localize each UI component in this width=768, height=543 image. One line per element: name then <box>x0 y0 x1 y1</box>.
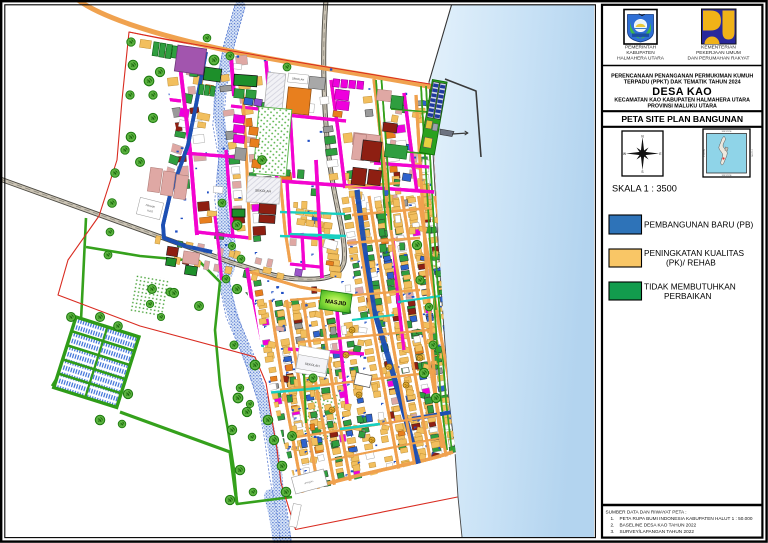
svg-text:1°11'0"N: 1°11'0"N <box>751 149 753 157</box>
svg-text:TIDAK MEMBUTUHKAN: TIDAK MEMBUTUHKAN <box>644 282 736 292</box>
svg-text:SUMBER DATA DAN RIWAYAT PETA :: SUMBER DATA DAN RIWAYAT PETA : <box>606 510 687 515</box>
svg-text:2.: 2. <box>611 523 615 528</box>
svg-text:SURVEY/LAPANGAN TAHUN 2022: SURVEY/LAPANGAN TAHUN 2022 <box>620 529 695 534</box>
svg-text:W: W <box>623 152 626 156</box>
svg-text:128°17'0"E: 128°17'0"E <box>722 175 733 177</box>
svg-text:PETA RUPA BUMI INDONESIA KABUP: PETA RUPA BUMI INDONESIA KABUPATEN HALUT… <box>620 516 753 521</box>
svg-text:PEMBANGUNAN BARU (PB): PEMBANGUNAN BARU (PB) <box>644 220 753 230</box>
svg-text:PENINGKATAN KUALITAS: PENINGKATAN KUALITAS <box>644 248 745 258</box>
svg-text:HALMAHERA UTARA: HALMAHERA UTARA <box>617 56 665 62</box>
svg-text:SKALA 1 : 3500: SKALA 1 : 3500 <box>612 184 677 194</box>
svg-text:PERBAIKAN: PERBAIKAN <box>664 291 712 301</box>
svg-text:KABUPATEN: KABUPATEN <box>626 50 655 56</box>
svg-text:PEKERJAAN UMUM: PEKERJAAN UMUM <box>696 50 741 56</box>
svg-text:TERPADU (PPKT) DAK TEMATIK TAH: TERPADU (PPKT) DAK TEMATIK TAHUN 2024 <box>624 80 741 86</box>
svg-text:PEMERINTAH: PEMERINTAH <box>625 45 657 51</box>
svg-text:1°11'0"N: 1°11'0"N <box>704 149 706 157</box>
svg-text:3.: 3. <box>611 529 615 534</box>
svg-text:PETA SITE PLAN BANGUNAN: PETA SITE PLAN BANGUNAN <box>621 114 743 124</box>
svg-text:1.: 1. <box>611 516 615 521</box>
svg-text:PROVINSI MALUKU UTARA: PROVINSI MALUKU UTARA <box>648 104 718 110</box>
svg-text:KEMENTERIAN: KEMENTERIAN <box>701 45 736 51</box>
svg-text:E: E <box>659 152 661 156</box>
svg-text:(PK)/ REHAB: (PK)/ REHAB <box>666 258 716 268</box>
svg-text:128°17'0"E: 128°17'0"E <box>722 131 733 133</box>
svg-text:DAN PERUMAHAN RAKYAT: DAN PERUMAHAN RAKYAT <box>688 56 750 62</box>
svg-text:BASELINE DESA KAO TAHUN 2022: BASELINE DESA KAO TAHUN 2022 <box>620 523 697 528</box>
svg-text:S: S <box>641 170 643 174</box>
svg-text:DESA KAO: DESA KAO <box>652 86 712 98</box>
